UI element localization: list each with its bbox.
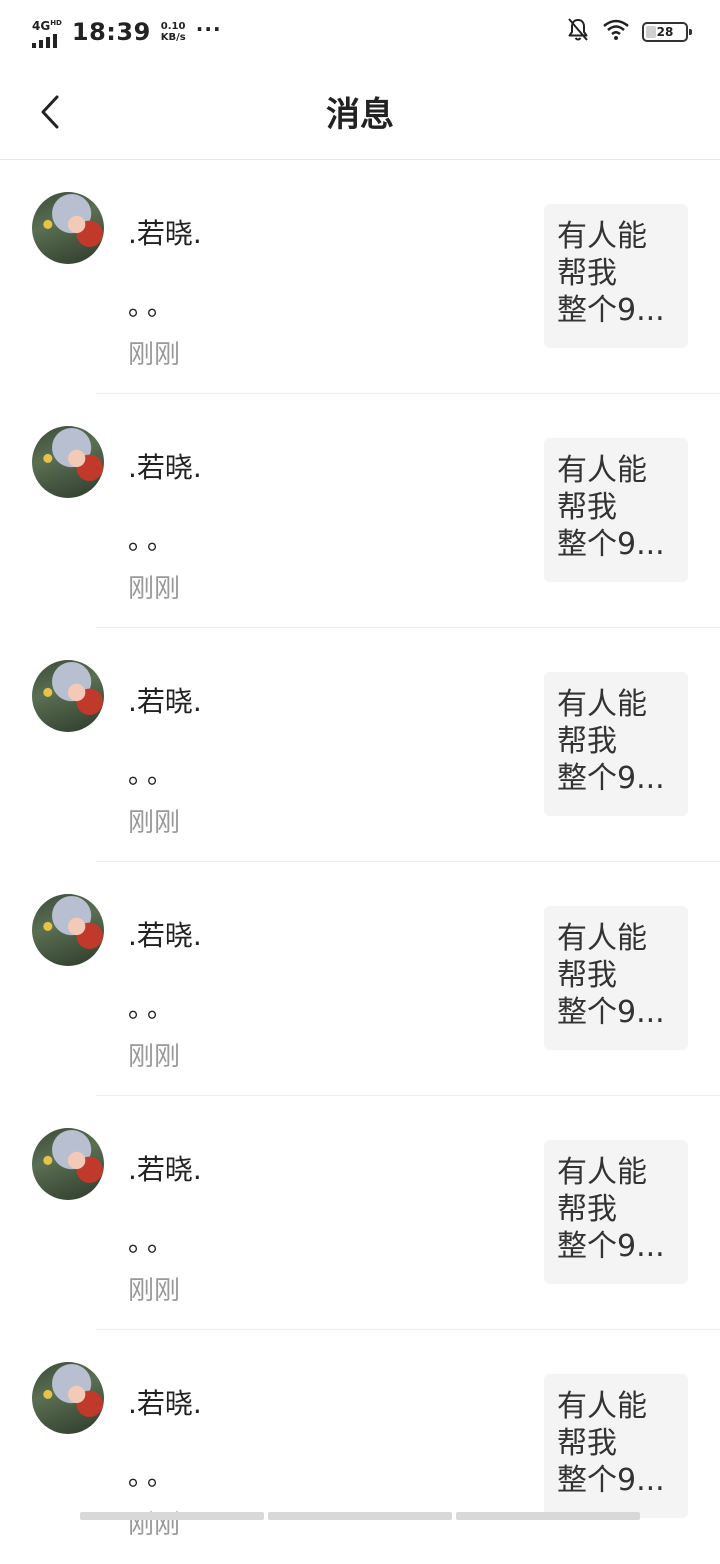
back-button[interactable]: [30, 90, 70, 134]
bell-off-icon: [566, 17, 590, 47]
username: .若晓.: [128, 919, 202, 952]
message-row[interactable]: .若晓. 。。 刚刚 有人能 帮我 整个9...: [0, 1096, 720, 1330]
status-bar: 4GHD 18:39 0.10 KB/s ··· 28: [0, 0, 720, 64]
preview-line: 帮我: [557, 1192, 617, 1227]
more-notifications-icon: ···: [195, 17, 222, 41]
message-row[interactable]: .若晓. 。。 刚刚 有人能 帮我 整个9...: [0, 160, 720, 394]
preview-line: 有人能: [557, 219, 647, 254]
preview-line: 有人能: [557, 921, 647, 956]
username: .若晓.: [128, 1387, 202, 1420]
message-time: 刚刚: [128, 1042, 181, 1072]
status-right: 28: [566, 17, 692, 47]
message-row[interactable]: .若晓. 。。 刚刚 有人能 帮我 整个9...: [0, 862, 720, 1096]
preview-line: 整个9...: [557, 527, 665, 562]
message-time: 刚刚: [128, 340, 181, 370]
preview-line: 整个9...: [557, 761, 665, 796]
username: .若晓.: [128, 685, 202, 718]
wifi-icon: [602, 19, 630, 45]
message-text: 。。: [128, 760, 180, 790]
message-text: 。。: [128, 1462, 180, 1492]
post-preview[interactable]: 有人能 帮我 整个9...: [544, 438, 688, 582]
network-type: 4G: [32, 18, 51, 33]
username: .若晓.: [128, 217, 202, 250]
username: .若晓.: [128, 1153, 202, 1186]
message-text: 。。: [128, 292, 180, 322]
home-indicator[interactable]: [80, 1512, 640, 1520]
preview-line: 整个9...: [557, 293, 665, 328]
preview-line: 整个9...: [557, 1463, 665, 1498]
status-time: 18:39: [71, 18, 151, 46]
status-left: 4GHD 18:39 0.10 KB/s ···: [32, 17, 222, 48]
preview-line: 有人能: [557, 687, 647, 722]
avatar[interactable]: [32, 1128, 104, 1200]
post-preview[interactable]: 有人能 帮我 整个9...: [544, 1140, 688, 1284]
preview-line: 帮我: [557, 256, 617, 291]
avatar[interactable]: [32, 894, 104, 966]
post-preview[interactable]: 有人能 帮我 整个9...: [544, 1374, 688, 1518]
post-preview[interactable]: 有人能 帮我 整个9...: [544, 906, 688, 1050]
network-speed-unit: KB/s: [160, 32, 186, 43]
preview-line: 有人能: [557, 453, 647, 488]
preview-line: 整个9...: [557, 995, 665, 1030]
cellular-signal-icon: 4GHD: [32, 17, 62, 48]
preview-line: 帮我: [557, 1426, 617, 1461]
message-row[interactable]: .若晓. 。。 刚刚 有人能 帮我 整个9...: [0, 1330, 720, 1564]
message-text: 。。: [128, 526, 180, 556]
preview-line: 帮我: [557, 958, 617, 993]
preview-line: 帮我: [557, 490, 617, 525]
message-text: 。。: [128, 1228, 180, 1258]
nav-bar: 消息: [0, 64, 720, 160]
post-preview[interactable]: 有人能 帮我 整个9...: [544, 204, 688, 348]
preview-line: 整个9...: [557, 1229, 665, 1264]
battery-icon: 28: [642, 22, 692, 42]
network-hd: HD: [50, 18, 62, 27]
network-speed: 0.10 KB/s: [161, 21, 186, 43]
chevron-left-icon: [41, 95, 59, 129]
preview-line: 有人能: [557, 1389, 647, 1424]
username: .若晓.: [128, 451, 202, 484]
post-preview[interactable]: 有人能 帮我 整个9...: [544, 672, 688, 816]
message-row[interactable]: .若晓. 。。 刚刚 有人能 帮我 整个9...: [0, 628, 720, 862]
message-time: 刚刚: [128, 1276, 181, 1306]
avatar[interactable]: [32, 426, 104, 498]
preview-line: 帮我: [557, 724, 617, 759]
message-time: 刚刚: [128, 808, 181, 838]
preview-line: 有人能: [557, 1155, 647, 1190]
message-time: 刚刚: [128, 1510, 181, 1540]
message-list: .若晓. 。。 刚刚 有人能 帮我 整个9... .若晓. 。。 刚刚 有人能 …: [0, 160, 720, 1564]
network-speed-value: 0.10: [160, 21, 186, 32]
battery-level: 28: [656, 25, 674, 39]
message-text: 。。: [128, 994, 180, 1024]
avatar[interactable]: [32, 660, 104, 732]
avatar[interactable]: [32, 1362, 104, 1434]
message-row[interactable]: .若晓. 。。 刚刚 有人能 帮我 整个9...: [0, 394, 720, 628]
avatar[interactable]: [32, 192, 104, 264]
page-title: 消息: [326, 95, 394, 135]
message-time: 刚刚: [128, 574, 181, 604]
